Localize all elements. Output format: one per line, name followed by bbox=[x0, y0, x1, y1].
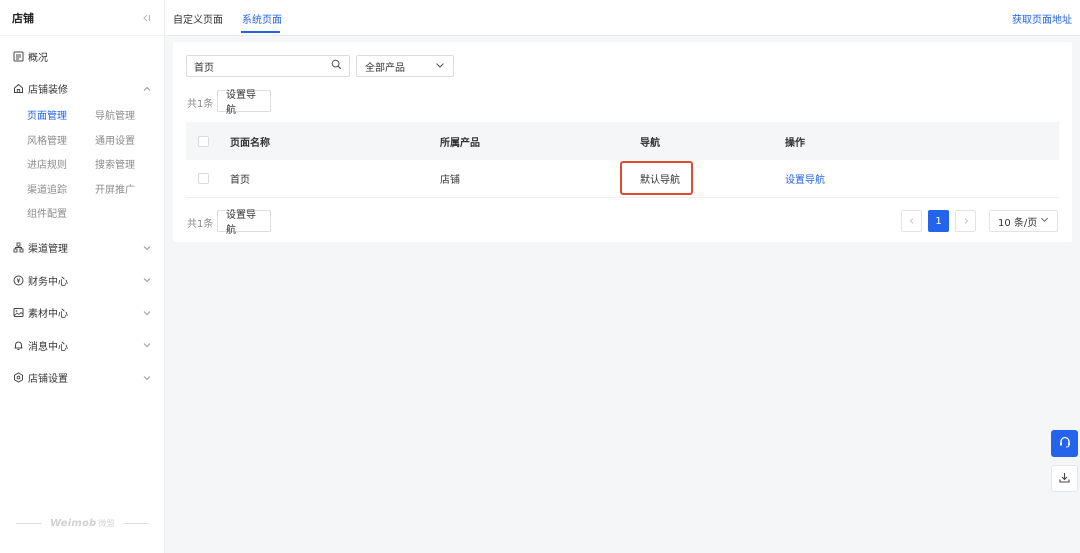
headset-icon bbox=[1058, 435, 1072, 452]
active-tab-indicator bbox=[241, 31, 280, 33]
sidebar-item-label: 消息中心 bbox=[28, 341, 68, 353]
image-icon bbox=[12, 307, 24, 319]
sidebar-item-label: 渠道管理 bbox=[28, 244, 68, 256]
submenu-search-management[interactable]: 搜索管理 bbox=[95, 154, 163, 179]
settings-icon bbox=[12, 372, 24, 384]
submenu-component-config[interactable]: 组件配置 bbox=[27, 203, 95, 228]
submenu-style-management[interactable]: 风格管理 bbox=[27, 130, 95, 155]
submenu-general-settings[interactable]: 通用设置 bbox=[95, 130, 163, 155]
table-row: 首页 店铺 默认导航 设置导航 bbox=[186, 160, 1059, 198]
total-count: 共1条 bbox=[187, 99, 214, 110]
column-header: 导航 bbox=[640, 137, 660, 149]
chevron-down-icon[interactable] bbox=[142, 340, 152, 350]
sidebar-item-label: 店铺设置 bbox=[28, 374, 68, 386]
customer-service-button[interactable] bbox=[1051, 430, 1078, 457]
search-input[interactable]: 首页 bbox=[186, 55, 350, 77]
store-decor-submenu: 页面管理 导航管理 风格管理 通用设置 进店规则 搜索管理 渠道追踪 开屏推广 … bbox=[0, 105, 164, 228]
divider bbox=[122, 523, 149, 524]
tab-custom-pages[interactable]: 自定义页面 bbox=[173, 11, 223, 26]
get-page-url-link[interactable]: 获取页面地址 bbox=[1012, 11, 1072, 26]
submenu-entry-rules[interactable]: 进店规则 bbox=[27, 154, 95, 179]
select-all-checkbox[interactable] bbox=[198, 136, 209, 147]
bell-icon bbox=[12, 339, 24, 351]
download-button[interactable] bbox=[1051, 465, 1078, 492]
sidebar-title: 店铺 bbox=[12, 11, 34, 25]
table-header: 页面名称 所属产品 导航 操作 bbox=[186, 122, 1059, 160]
column-header: 页面名称 bbox=[230, 137, 270, 149]
submenu-nav-management[interactable]: 导航管理 bbox=[95, 105, 163, 130]
sidebar: 店铺 概况 店铺装修 页面管理 导航管理 风格管理 通用设置 进店规则 搜索管理… bbox=[0, 0, 165, 553]
sidebar-item-store-settings[interactable]: 店铺设置 bbox=[0, 362, 164, 395]
sidebar-item-finance[interactable]: 财务中心 bbox=[0, 264, 164, 297]
divider bbox=[16, 523, 43, 524]
next-page-button[interactable] bbox=[955, 210, 976, 232]
sidebar-menu: 概况 店铺装修 页面管理 导航管理 风格管理 通用设置 进店规则 搜索管理 渠道… bbox=[0, 36, 164, 394]
submenu-splash-promo[interactable]: 开屏推广 bbox=[95, 179, 163, 204]
chevron-down-icon[interactable] bbox=[142, 373, 152, 383]
chevron-up-icon[interactable] bbox=[142, 84, 152, 94]
main-panel: 首页 全部产品 共1条 设置导航 页面名称 所属产品 导航 操作 首页 店铺 默… bbox=[173, 42, 1072, 242]
pages-table: 页面名称 所属产品 导航 操作 首页 店铺 默认导航 设置导航 bbox=[186, 122, 1059, 198]
chevron-down-icon bbox=[435, 60, 445, 73]
sidebar-item-messages[interactable]: 消息中心 bbox=[0, 329, 164, 362]
sidebar-item-label: 财务中心 bbox=[28, 276, 68, 288]
search-icon[interactable] bbox=[331, 59, 342, 73]
chevron-down-icon bbox=[1040, 215, 1049, 227]
set-nav-button[interactable]: 设置导航 bbox=[217, 90, 271, 116]
top-tab-bar: 自定义页面 系统页面 获取页面地址 bbox=[165, 0, 1080, 36]
prev-page-button[interactable] bbox=[901, 210, 922, 232]
column-header: 操作 bbox=[785, 137, 805, 149]
pagination: 1 bbox=[901, 210, 976, 232]
product-cell: 店铺 bbox=[440, 175, 460, 186]
row-checkbox[interactable] bbox=[198, 173, 209, 184]
download-icon bbox=[1058, 471, 1071, 487]
brand-logo: Weimob 微盟 bbox=[50, 518, 115, 529]
page-size-value: 10 条/页 bbox=[998, 217, 1038, 229]
submenu-page-management[interactable]: 页面管理 bbox=[27, 105, 95, 130]
set-nav-button-bottom[interactable]: 设置导航 bbox=[217, 210, 271, 236]
channel-icon bbox=[12, 242, 24, 254]
column-header: 所属产品 bbox=[440, 137, 480, 149]
sidebar-item-materials[interactable]: 素材中心 bbox=[0, 297, 164, 330]
tab-system-pages[interactable]: 系统页面 bbox=[242, 11, 282, 26]
sidebar-item-label: 概况 bbox=[28, 52, 48, 64]
sidebar-header: 店铺 bbox=[0, 0, 164, 36]
page-number-button[interactable]: 1 bbox=[928, 210, 949, 232]
nav-cell: 默认导航 bbox=[640, 175, 680, 186]
sidebar-item-label: 素材中心 bbox=[28, 309, 68, 321]
set-nav-link[interactable]: 设置导航 bbox=[785, 171, 825, 186]
sidebar-footer: Weimob 微盟 bbox=[0, 518, 165, 529]
submenu-channel-tracking[interactable]: 渠道追踪 bbox=[27, 179, 95, 204]
finance-icon bbox=[12, 274, 24, 286]
product-select[interactable]: 全部产品 bbox=[356, 55, 454, 77]
sidebar-item-store-decor[interactable]: 店铺装修 bbox=[0, 73, 164, 106]
search-input-value: 首页 bbox=[194, 62, 214, 74]
product-select-value: 全部产品 bbox=[365, 62, 405, 74]
sidebar-item-overview[interactable]: 概况 bbox=[0, 40, 164, 73]
chevron-down-icon[interactable] bbox=[142, 275, 152, 285]
sidebar-item-channel[interactable]: 渠道管理 bbox=[0, 232, 164, 265]
chevron-down-icon[interactable] bbox=[142, 243, 152, 253]
total-count-bottom: 共1条 bbox=[187, 219, 214, 230]
collapse-sidebar-icon[interactable] bbox=[140, 12, 152, 24]
page-name-cell: 首页 bbox=[230, 175, 250, 186]
page-size-select[interactable]: 10 条/页 bbox=[989, 210, 1058, 232]
chevron-down-icon[interactable] bbox=[142, 308, 152, 318]
sidebar-item-label: 店铺装修 bbox=[28, 85, 68, 97]
store-decor-icon bbox=[12, 83, 24, 95]
overview-icon bbox=[12, 50, 24, 62]
